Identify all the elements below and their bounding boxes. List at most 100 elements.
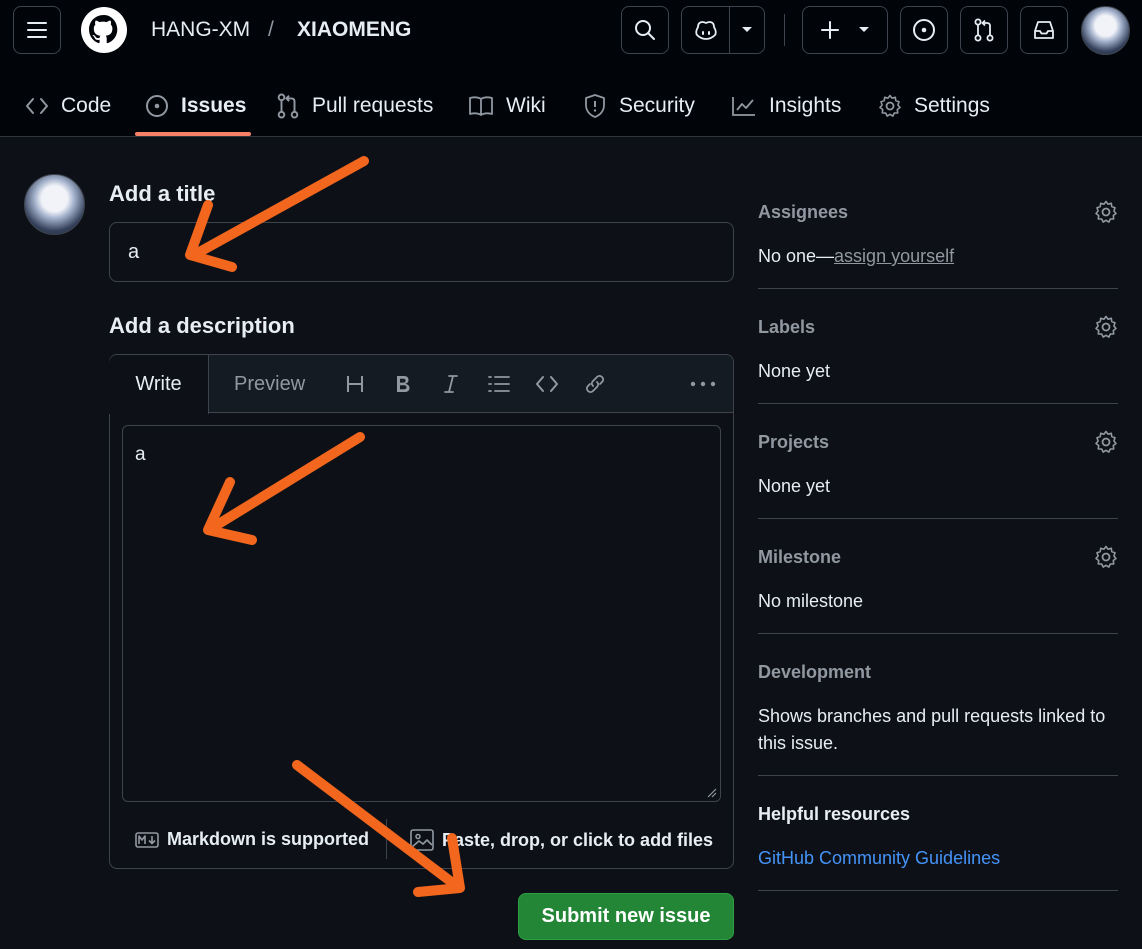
sidebar-development: Development Shows branches and pull requ… [758, 662, 1118, 757]
milestone-gear-icon[interactable] [1094, 545, 1118, 569]
more-button[interactable] [690, 371, 716, 397]
breadcrumb-owner[interactable]: HANG-XM [151, 18, 250, 42]
plus-icon [821, 21, 839, 39]
code-icon [536, 376, 558, 392]
sidebar-divider [758, 775, 1118, 776]
bold-button[interactable] [390, 371, 416, 397]
list-button[interactable] [486, 371, 512, 397]
repo-nav-tabs: Code Issues Pull requests Wiki Security [0, 75, 1142, 137]
sidebar-divider [758, 403, 1118, 404]
bold-icon [397, 376, 410, 392]
inbox-button[interactable] [1020, 6, 1068, 54]
list-icon [488, 376, 510, 392]
shield-icon [583, 93, 607, 119]
tab-insights-label: Insights [769, 94, 842, 117]
more-icon [690, 381, 716, 387]
sidebar-divider [758, 518, 1118, 519]
community-guidelines-link[interactable]: GitHub Community Guidelines [758, 845, 1118, 872]
description-textarea[interactable]: a [122, 425, 721, 802]
git-pull-request-icon [276, 93, 300, 119]
tab-insights[interactable]: Insights [731, 75, 841, 137]
assignees-gear-icon[interactable] [1094, 200, 1118, 224]
footer-divider [386, 819, 387, 859]
attach-note: Paste, drop, or click to add files [442, 829, 714, 850]
tab-settings-label: Settings [914, 94, 990, 117]
assignees-none: No one— [758, 246, 835, 266]
sidebar-milestone: Milestone No milestone [758, 545, 1118, 615]
heading-icon [347, 376, 363, 392]
assignees-heading: Assignees [758, 202, 849, 222]
chevron-down-icon [742, 27, 752, 32]
title-input[interactable]: a [109, 222, 734, 282]
inbox-icon [1034, 21, 1054, 39]
markdown-icon [135, 831, 159, 848]
image-icon [410, 829, 434, 851]
link-icon [585, 374, 605, 394]
editor-toolbar: Write Preview [109, 355, 733, 414]
development-heading: Development [758, 662, 872, 682]
user-avatar[interactable] [1081, 6, 1130, 55]
author-avatar [24, 174, 85, 235]
description-heading: Add a description [109, 313, 295, 338]
helpful-resources-heading: Helpful resources [758, 804, 911, 824]
sidebar-helpful-resources: Helpful resources GitHub Community Guide… [758, 804, 1118, 872]
labels-gear-icon[interactable] [1094, 315, 1118, 339]
issues-button[interactable] [900, 6, 948, 54]
sidebar-divider [758, 633, 1118, 634]
sidebar-labels: Labels None yet [758, 315, 1118, 385]
code-button[interactable] [534, 371, 560, 397]
tab-wiki[interactable]: Wiki [468, 75, 546, 137]
resize-handle-icon[interactable] [707, 788, 717, 798]
link-button[interactable] [582, 371, 608, 397]
code-icon [25, 97, 49, 115]
issue-opened-icon [145, 94, 169, 118]
tab-settings[interactable]: Settings [878, 75, 990, 137]
create-new-button[interactable] [802, 6, 888, 54]
header-divider [784, 14, 785, 46]
sidebar-divider [758, 890, 1118, 891]
app-header: HANG-XM / XIAOMENG Code Issues Pull requ… [0, 0, 1142, 137]
assignees-value: No one—assign yourself [758, 243, 1118, 270]
italic-button[interactable] [438, 371, 464, 397]
pull-request-icon [974, 18, 994, 42]
breadcrumb-separator: / [268, 18, 274, 41]
milestone-value: No milestone [758, 591, 864, 611]
tab-issues-label: Issues [181, 94, 247, 117]
gear-icon [878, 94, 902, 118]
github-logo[interactable] [80, 6, 128, 54]
tab-security[interactable]: Security [583, 75, 695, 137]
labels-heading: Labels [758, 317, 816, 337]
sidebar-projects: Projects None yet [758, 430, 1118, 500]
submit-new-issue-button[interactable]: Submit new issue [518, 893, 734, 940]
breadcrumb-repo[interactable]: XIAOMENG [297, 18, 411, 42]
heading-button[interactable] [342, 371, 368, 397]
chevron-down-icon [859, 27, 869, 32]
copilot-button[interactable] [681, 6, 765, 54]
description-text: a [135, 444, 146, 465]
projects-gear-icon[interactable] [1094, 430, 1118, 454]
markdown-support-link[interactable]: Markdown is supported [135, 829, 369, 850]
projects-value: None yet [758, 476, 831, 496]
tab-pull-requests[interactable]: Pull requests [276, 75, 433, 137]
assign-yourself-link[interactable]: assign yourself [834, 246, 954, 266]
book-icon [468, 95, 494, 117]
projects-heading: Projects [758, 432, 830, 452]
issue-icon [913, 19, 935, 41]
tab-preview[interactable]: Preview [234, 355, 305, 413]
copilot-dropdown[interactable] [730, 26, 764, 34]
search-button[interactable] [621, 6, 669, 54]
markdown-note: Markdown is supported [167, 829, 370, 849]
github-icon [81, 7, 127, 53]
tab-code[interactable]: Code [25, 75, 111, 137]
tab-pull-requests-label: Pull requests [312, 94, 434, 117]
sidebar-assignees: Assignees No one—assign yourself [758, 200, 1118, 270]
labels-value: None yet [758, 361, 831, 381]
pull-requests-button[interactable] [960, 6, 1008, 54]
hamburger-menu-button[interactable] [13, 6, 61, 54]
attach-files-button[interactable]: Paste, drop, or click to add files [410, 829, 713, 851]
tab-issues[interactable]: Issues [145, 75, 246, 137]
tab-write[interactable]: Write [109, 355, 209, 414]
copilot-main[interactable] [682, 7, 730, 53]
copilot-icon [694, 21, 717, 40]
tab-wiki-label: Wiki [506, 94, 546, 117]
